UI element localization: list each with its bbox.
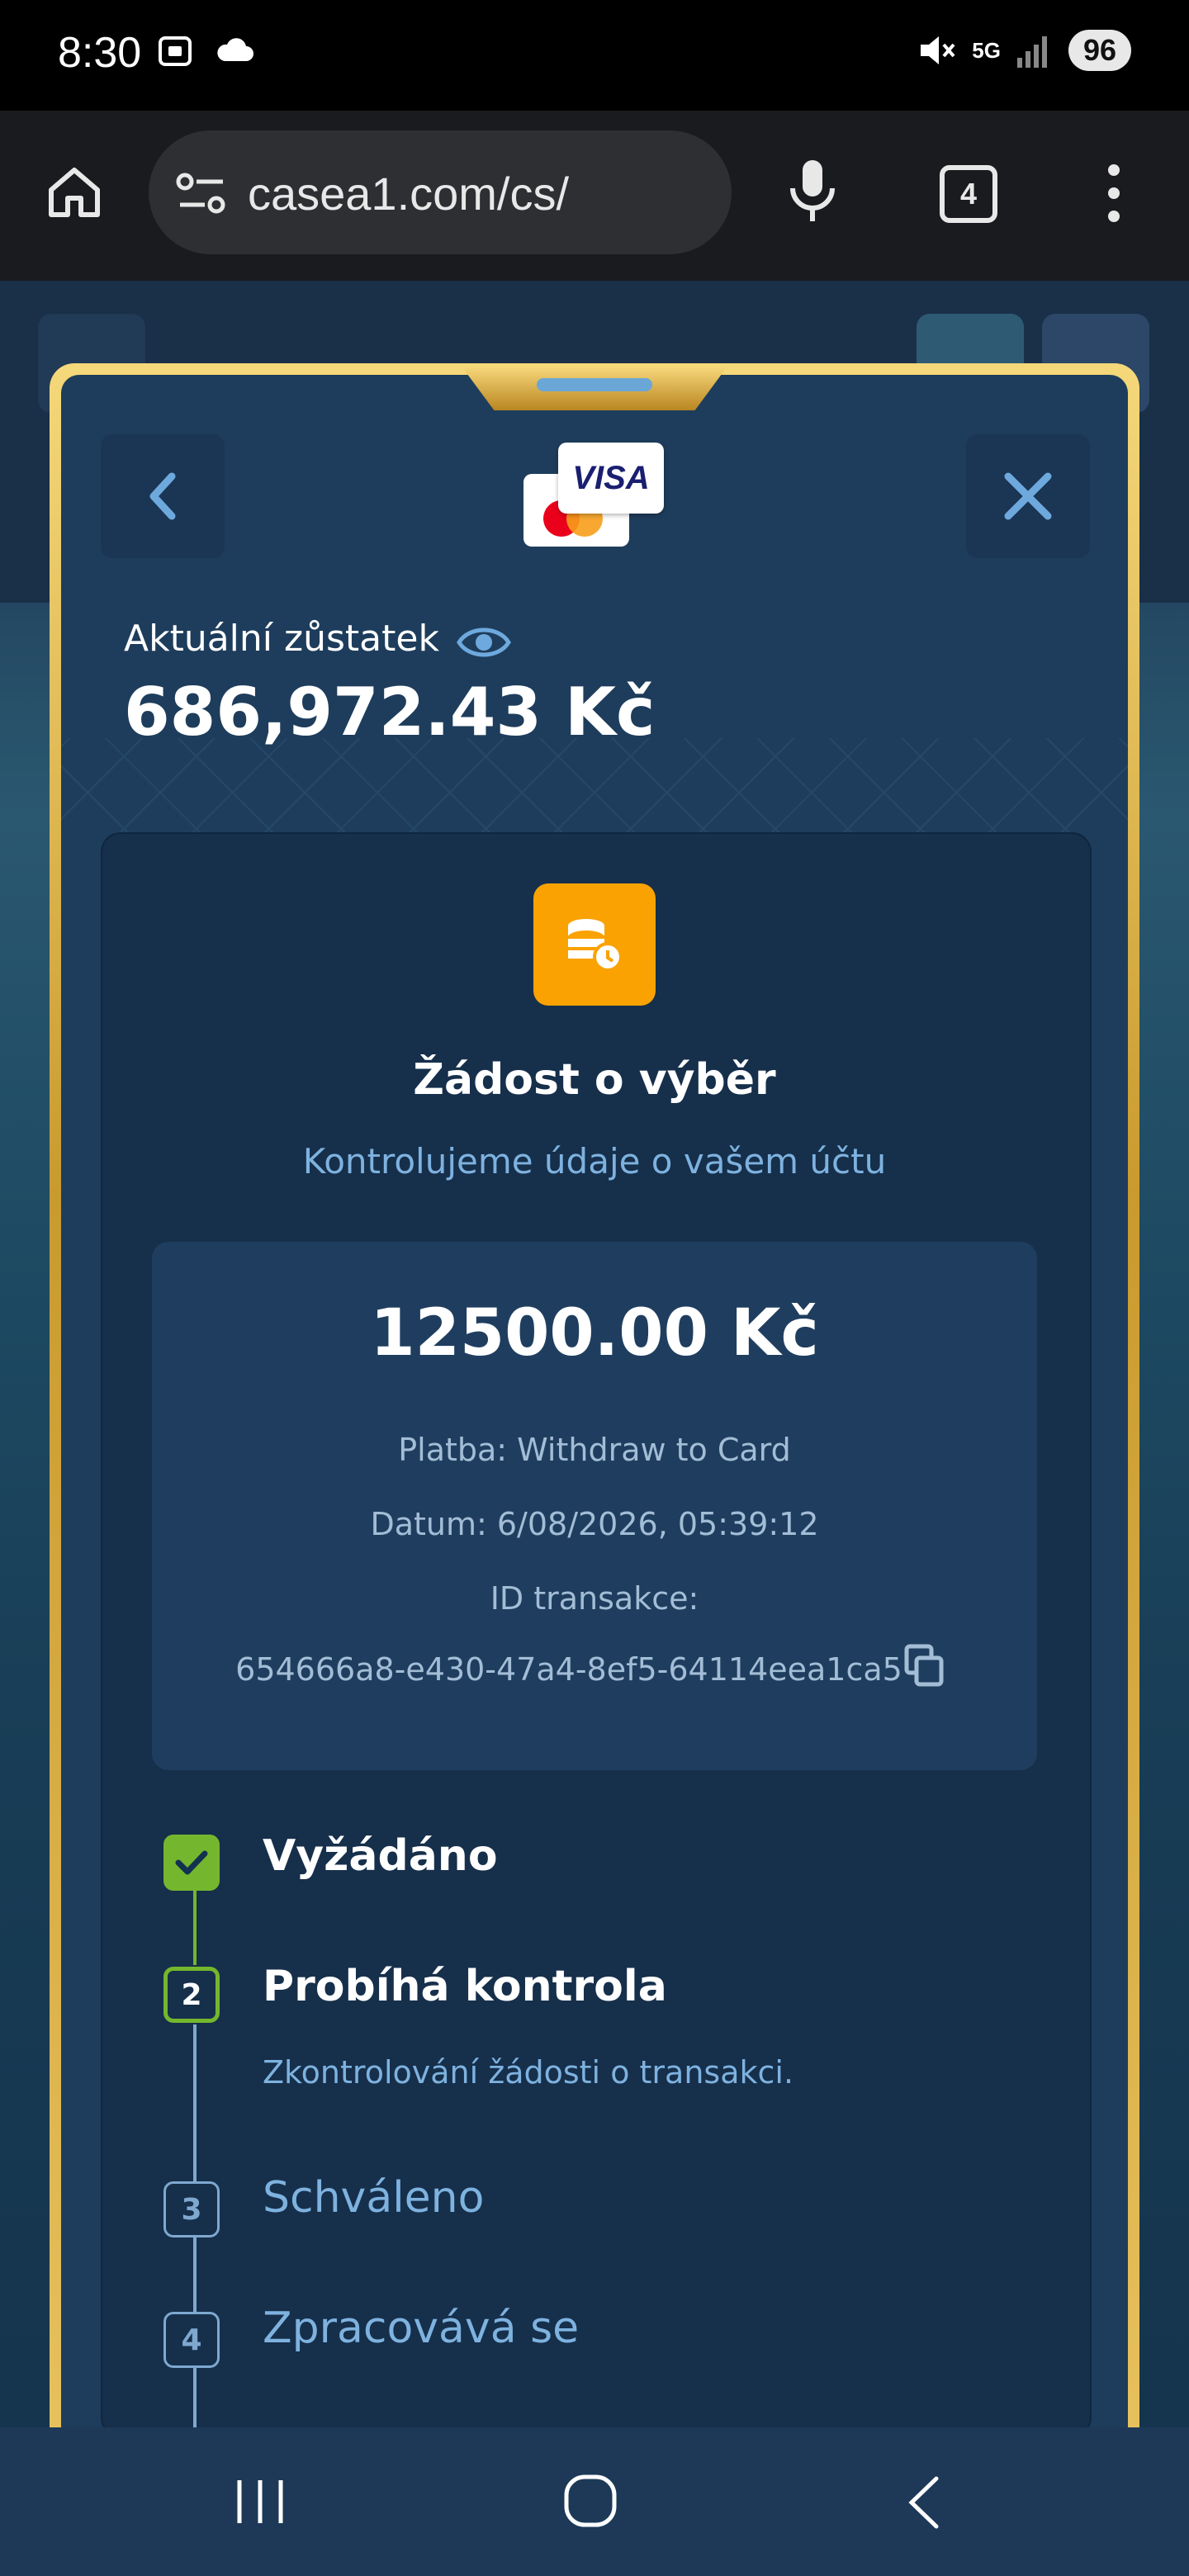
status-icons-left: [155, 31, 256, 71]
step-2-label: Probíhá kontrola: [263, 1962, 667, 2011]
step-2-number: 2: [163, 1967, 220, 2023]
signal-icon: [1016, 36, 1047, 68]
balance-label: Aktuální zůstatek: [124, 618, 439, 660]
withdrawal-amount: 12500.00 Kč: [370, 1296, 819, 1371]
payment-method: Platba: Withdraw to Card: [398, 1432, 791, 1468]
step-1-label: Vyžádáno: [263, 1831, 498, 1881]
back-button[interactable]: [101, 434, 225, 558]
frame-ornament-gem: [537, 378, 652, 391]
clock: 8:30: [58, 29, 142, 77]
browser-toolbar: casea1.com/cs/ 4: [0, 111, 1189, 281]
check-icon: [175, 1850, 208, 1875]
step-4-label: Zpracovává se: [263, 2304, 580, 2353]
step-1-checkbox: [163, 1835, 220, 1891]
step-4-number: 4: [163, 2312, 220, 2368]
cloud-icon: [217, 38, 253, 61]
network-type: 5G: [972, 37, 1001, 63]
microphone-icon[interactable]: [786, 157, 839, 226]
address-bar[interactable]: casea1.com/cs/: [149, 130, 732, 254]
step-3-label: Schváleno: [263, 2173, 485, 2223]
coins-clock-icon: [568, 919, 623, 972]
home-icon[interactable]: [45, 162, 104, 221]
step-connector: [193, 2237, 197, 2312]
modal-pattern: [61, 738, 1128, 837]
step-2-description: Zkontrolování žádosti o transakci.: [263, 2054, 794, 2091]
status-bar: 8:30 5G 96: [0, 0, 1189, 111]
step-connector: [193, 2024, 197, 2181]
step-connector: [193, 1891, 197, 1965]
back-nav-icon[interactable]: [903, 2474, 945, 2531]
status-badge: [533, 883, 656, 1006]
transaction-id-label: ID transakce:: [490, 1580, 699, 1617]
site-settings-icon[interactable]: [175, 170, 228, 216]
system-navigation-bar: [0, 2427, 1189, 2576]
request-title: Žádost o výběr: [413, 1055, 776, 1105]
tab-switcher-button[interactable]: 4: [940, 165, 997, 223]
transaction-id: 654666a8-e430-47a4-8ef5-64114eea1ca5: [235, 1651, 902, 1688]
step-connector: [193, 2368, 197, 2427]
recent-apps-icon[interactable]: [231, 2477, 289, 2526]
close-button[interactable]: [966, 434, 1090, 558]
copy-icon[interactable]: [903, 1643, 945, 1688]
request-subtitle: Kontrolujeme údaje o vašem účtu: [302, 1141, 887, 1181]
url-text: casea1.com/cs/: [248, 168, 570, 220]
status-icons-right: 5G 96: [916, 30, 1131, 71]
step-3-number: 3: [163, 2181, 220, 2237]
home-nav-icon[interactable]: [561, 2472, 619, 2530]
more-menu-icon[interactable]: [1101, 162, 1126, 225]
payment-card-icons: VISA: [523, 443, 664, 550]
mute-icon: [921, 36, 955, 64]
visa-label: VISA: [572, 459, 650, 496]
chevron-left-icon: [149, 472, 176, 520]
balance-amount: 686,972.43 Kč: [124, 674, 656, 751]
battery-level: 96: [1068, 30, 1131, 71]
transaction-date: Datum: 6/08/2026, 05:39:12: [370, 1506, 819, 1542]
visa-icon: VISA: [558, 443, 664, 514]
close-icon: [1004, 472, 1052, 520]
screenshot-icon: [159, 36, 192, 66]
eye-icon[interactable]: [456, 621, 512, 664]
